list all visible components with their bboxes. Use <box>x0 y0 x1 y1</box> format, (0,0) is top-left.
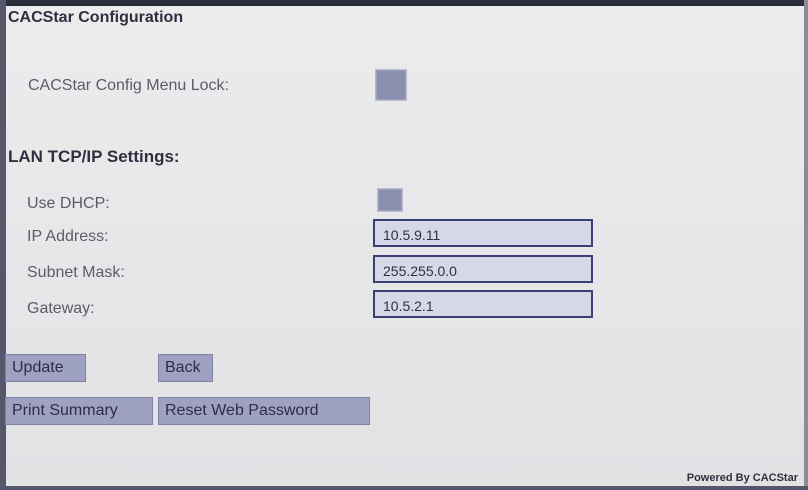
reset-web-password-button[interactable]: Reset Web Password <box>158 397 370 425</box>
dhcp-checkbox[interactable] <box>377 188 403 212</box>
lan-settings-heading: LAN TCP/IP Settings: <box>8 147 180 166</box>
dhcp-label: Use DHCP: <box>27 195 110 212</box>
config-screen: CACStar Configuration CACStar Config Men… <box>0 0 808 490</box>
back-button[interactable]: Back <box>158 354 213 382</box>
gateway-field[interactable]: 10.5.2.1 <box>373 290 593 318</box>
ip-address-field[interactable]: 10.5.9.11 <box>373 219 593 247</box>
powered-by-text: Powered By CACStar <box>686 472 798 484</box>
page-title: CACStar Configuration <box>8 9 184 26</box>
subnet-mask-label: Subnet Mask: <box>27 264 125 281</box>
config-lock-label: CACStar Config Menu Lock: <box>28 77 229 94</box>
bottom-border <box>0 486 808 490</box>
top-border <box>0 0 808 6</box>
ip-address-label: IP Address: <box>27 228 109 245</box>
right-border <box>804 0 808 490</box>
update-button[interactable]: Update <box>5 354 86 382</box>
gateway-label: Gateway: <box>27 300 95 317</box>
config-lock-checkbox[interactable] <box>375 69 407 101</box>
print-summary-button[interactable]: Print Summary <box>5 397 153 425</box>
subnet-mask-field[interactable]: 255.255.0.0 <box>373 255 593 283</box>
